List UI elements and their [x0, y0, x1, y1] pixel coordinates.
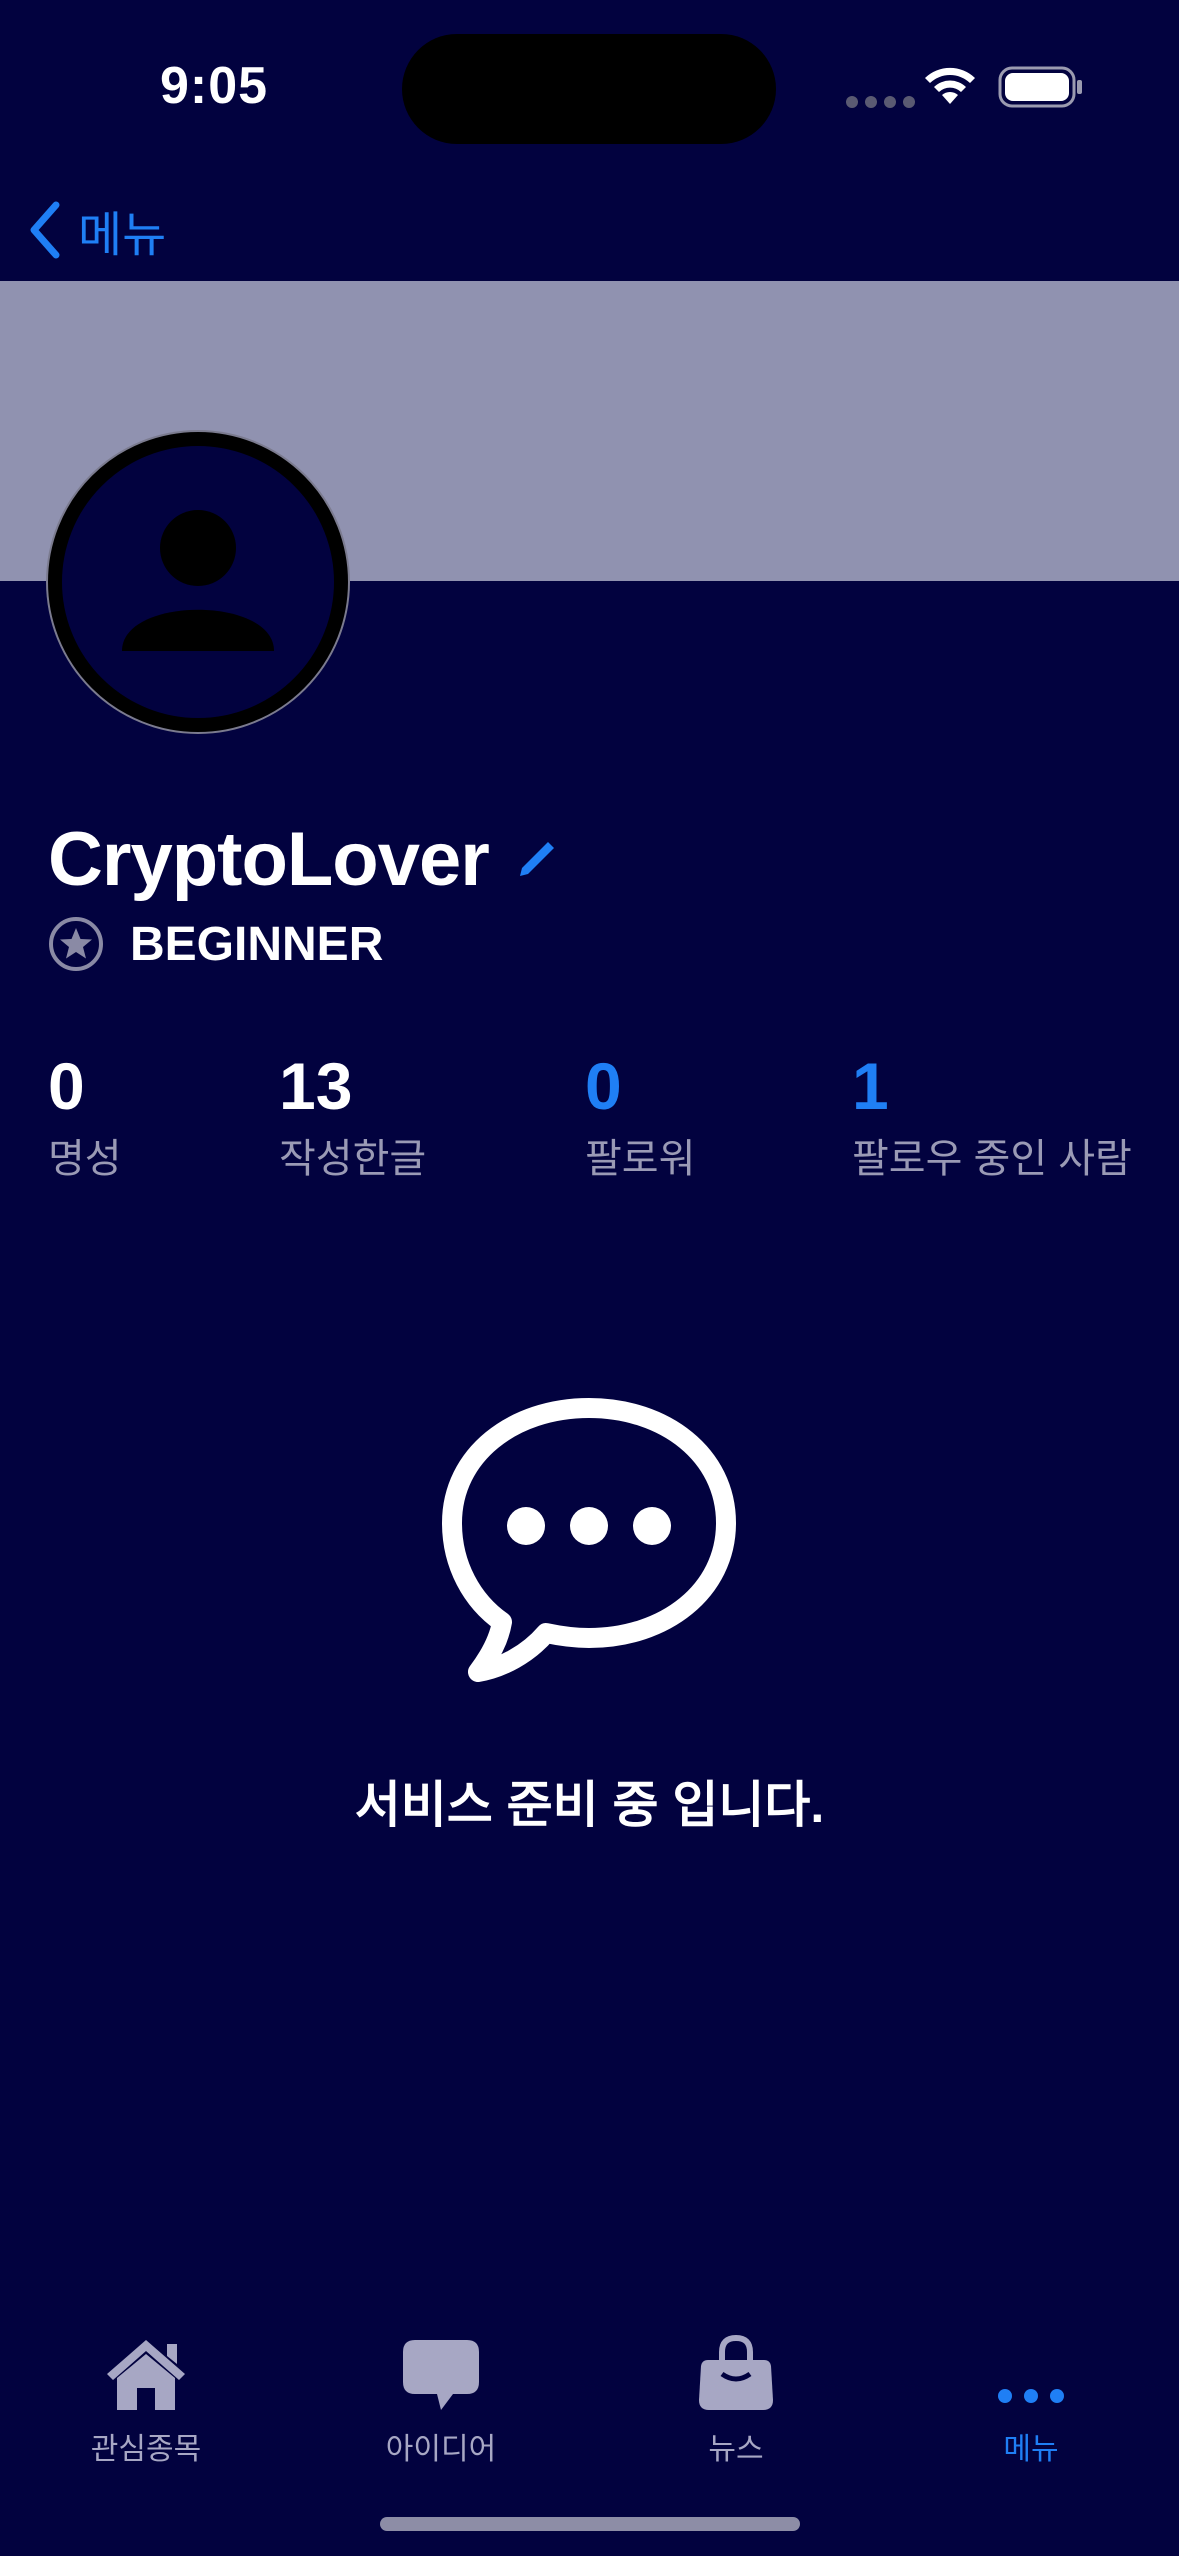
avatar[interactable]	[48, 432, 348, 732]
speech-bubble-ellipsis-icon	[436, 1392, 742, 1699]
empty-state-message: 서비스 준비 중 입니다.	[354, 1777, 825, 1833]
stat-label: 명성	[48, 1137, 122, 1181]
bag-icon	[699, 2334, 773, 2410]
status-time: 9:05	[160, 57, 269, 115]
person-icon	[122, 510, 274, 651]
stat-value: 1	[852, 1049, 889, 1123]
more-dots-icon	[998, 2389, 1064, 2403]
chevron-left-icon	[30, 201, 60, 259]
status-bar: 9:05	[0, 0, 1179, 170]
stat-label: 팔로우 중인 사람	[852, 1137, 1132, 1181]
battery-icon	[998, 66, 1084, 113]
wifi-icon	[922, 64, 978, 111]
tab-label: 관심종목	[90, 2433, 202, 2466]
tab-ideas[interactable]: 아이디어	[331, 2322, 551, 2472]
chat-bubble-icon	[403, 2340, 479, 2410]
tab-label: 뉴스	[708, 2433, 764, 2466]
rank-label: BEGINNER	[130, 917, 384, 971]
cellular-signal-icon	[846, 96, 915, 108]
edit-pencil-icon[interactable]	[512, 836, 560, 889]
profile-username: CryptoLover	[48, 817, 490, 902]
star-circle-icon	[49, 917, 103, 971]
stat-reputation: 0 명성	[48, 1050, 122, 1184]
stat-label: 팔로워	[585, 1137, 696, 1181]
tab-label: 아이디어	[385, 2433, 497, 2466]
home-indicator[interactable]	[380, 2517, 800, 2531]
tab-menu[interactable]: 메뉴	[921, 2322, 1141, 2472]
tab-label: 메뉴	[1003, 2433, 1059, 2466]
stat-value: 0	[48, 1049, 85, 1123]
navigation-bar: 메뉴	[0, 180, 1179, 280]
stat-following[interactable]: 1 팔로우 중인 사람	[852, 1050, 1132, 1184]
stat-value: 0	[585, 1049, 622, 1123]
stat-posts: 13 작성한글	[279, 1050, 426, 1184]
back-button[interactable]: 메뉴	[24, 194, 166, 266]
home-icon	[107, 2340, 185, 2410]
tab-news[interactable]: 뉴스	[626, 2322, 846, 2472]
stat-value: 13	[279, 1049, 353, 1123]
stat-followers[interactable]: 0 팔로워	[585, 1050, 695, 1184]
dynamic-island	[402, 34, 776, 144]
back-button-label: 메뉴	[78, 209, 167, 262]
stat-label: 작성한글	[279, 1137, 427, 1181]
rank-badge: BEGINNER	[48, 916, 383, 972]
tab-watchlist[interactable]: 관심종목	[36, 2322, 256, 2472]
